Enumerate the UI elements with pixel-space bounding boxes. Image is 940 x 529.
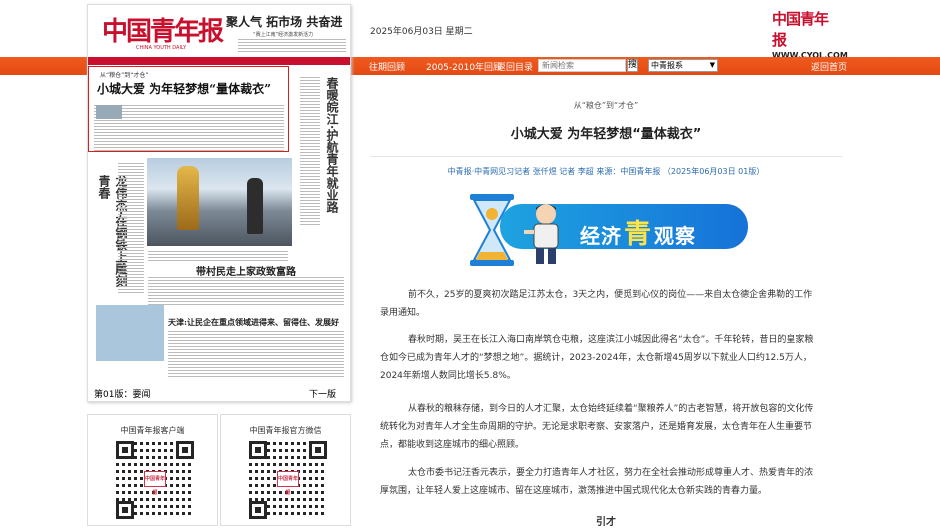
logo-text: 中国青年报: [772, 10, 829, 49]
qr-finder: [249, 501, 267, 519]
wechat-qr-card: 中国青年报官方微信 中国青年报: [220, 414, 351, 526]
person-figure: [247, 178, 263, 234]
paper-headline-1-sub: “赛上江南”经济激发新活力: [253, 32, 314, 38]
banner-text-pre: 经济: [580, 224, 622, 248]
section-heading: 引才: [596, 517, 616, 528]
text-lines: [118, 163, 144, 293]
newspaper-page[interactable]: 中国青年报 CHINA YOUTH DAILY 聚人气 拓市场 共奋进 “赛上江…: [87, 4, 351, 402]
paper-headline-1[interactable]: 聚人气 拓市场 共奋进: [226, 13, 342, 30]
paper-sub-headline-2[interactable]: 天津:让民企在重点领域进得来、留得住、发展好: [168, 317, 339, 328]
article-paragraph: 前不久，25岁的夏爽初次踏足江苏太仓，3天之内，便觅到心仪的岗位——来自太仓德企…: [380, 290, 813, 318]
article-paragraph: 春秋时期，吴王在长江入海口南岸筑仓屯粮，这座滨江小城因此得名“太仓”。千年轮转，…: [380, 335, 814, 381]
text-lines: [168, 331, 344, 379]
app-qr-card: 中国青年报客户端 中国青年报: [87, 414, 218, 526]
nav-back-to-index[interactable]: 返回目录: [497, 60, 533, 73]
page-label: 第01版：要闻: [94, 390, 151, 400]
next-page-link[interactable]: 下一版: [309, 387, 336, 400]
text-lines: [300, 77, 320, 227]
text-lines: [238, 39, 346, 53]
qr-center-logo: 中国青年报: [144, 471, 166, 496]
nav-past-years[interactable]: 2005-2010年回顾: [426, 60, 502, 73]
qr-code-image: 中国青年报: [116, 441, 194, 519]
paper-side-headline-right[interactable]: 春暖皖江·护航青年就业路: [324, 77, 341, 227]
page-footer: 第01版：要闻 下一版: [88, 383, 350, 401]
paper-select[interactable]: 中青报系 ▼: [648, 59, 718, 72]
app-qr-title: 中国青年报客户端: [120, 426, 185, 435]
qr-finder: [116, 501, 134, 519]
qr-finder: [309, 441, 327, 459]
search-button[interactable]: 搜: [627, 59, 638, 72]
qr-code-image: 中国青年报: [249, 441, 327, 519]
paper-sub-headline-1[interactable]: 带村民走上家政致富路: [196, 263, 296, 278]
paper-masthead-sub: CHINA YOUTH DAILY: [136, 45, 187, 51]
highlight-title[interactable]: 小城大爱 为年轻梦想“量体裁衣”: [97, 80, 271, 97]
paper-red-bar: [88, 57, 350, 65]
article-kicker: 从“粮仓”到“才仓”: [573, 101, 639, 110]
qr-finder: [176, 441, 194, 459]
qr-center-logo: 中国青年报: [277, 471, 299, 496]
article-title: 小城大爱 为年轻梦想“量体裁衣”: [510, 127, 702, 142]
article-paragraph: 从春秋的粮秣存储，到今日的人才汇聚，太仓始终延续着“聚粮养人”的古老智慧，将开放…: [380, 404, 814, 450]
banner-text: 经济青 观察: [580, 212, 696, 251]
qr-finder: [116, 441, 134, 459]
search-input[interactable]: [538, 59, 626, 72]
chevron-down-icon: ▼: [709, 61, 715, 69]
nav-back-to-home[interactable]: 返回首页: [811, 60, 847, 73]
nav-back-to-date[interactable]: 往期回顾: [369, 60, 405, 73]
person-illustration: [524, 204, 559, 264]
text-lines: [148, 277, 344, 307]
robot-figure: [177, 166, 199, 230]
qr-finder: [249, 441, 267, 459]
divider: [370, 156, 842, 157]
site-logo[interactable]: 中国青年报 WWW.CYOL.COM: [772, 8, 848, 60]
highlight-kicker: 从“粮仓”到“才仓”: [100, 72, 149, 79]
banner-text-big: 青: [624, 219, 652, 250]
text-lines: [148, 251, 288, 261]
article-paragraph: 太仓市委书记汪香元表示，要全力打造青年人才社区，努力在全社会推动形成尊重人才、热…: [380, 468, 814, 496]
paper-select-value: 中青报系: [651, 61, 683, 70]
issue-date: 2025年06月03日 星期二: [370, 27, 473, 37]
article-byline: 中青报·中青网见习记者 张仟煜 记者 李超 来源：中国青年报 （2025年06月…: [447, 167, 765, 176]
front-page-photo[interactable]: [147, 158, 292, 246]
wechat-qr-title: 中国青年报官方微信: [249, 426, 322, 435]
thumb-image: [96, 305, 164, 361]
banner-text-post: 观察: [654, 224, 696, 248]
paper-masthead: 中国青年报: [102, 17, 224, 47]
column-banner: 经济青 观察: [462, 190, 749, 270]
